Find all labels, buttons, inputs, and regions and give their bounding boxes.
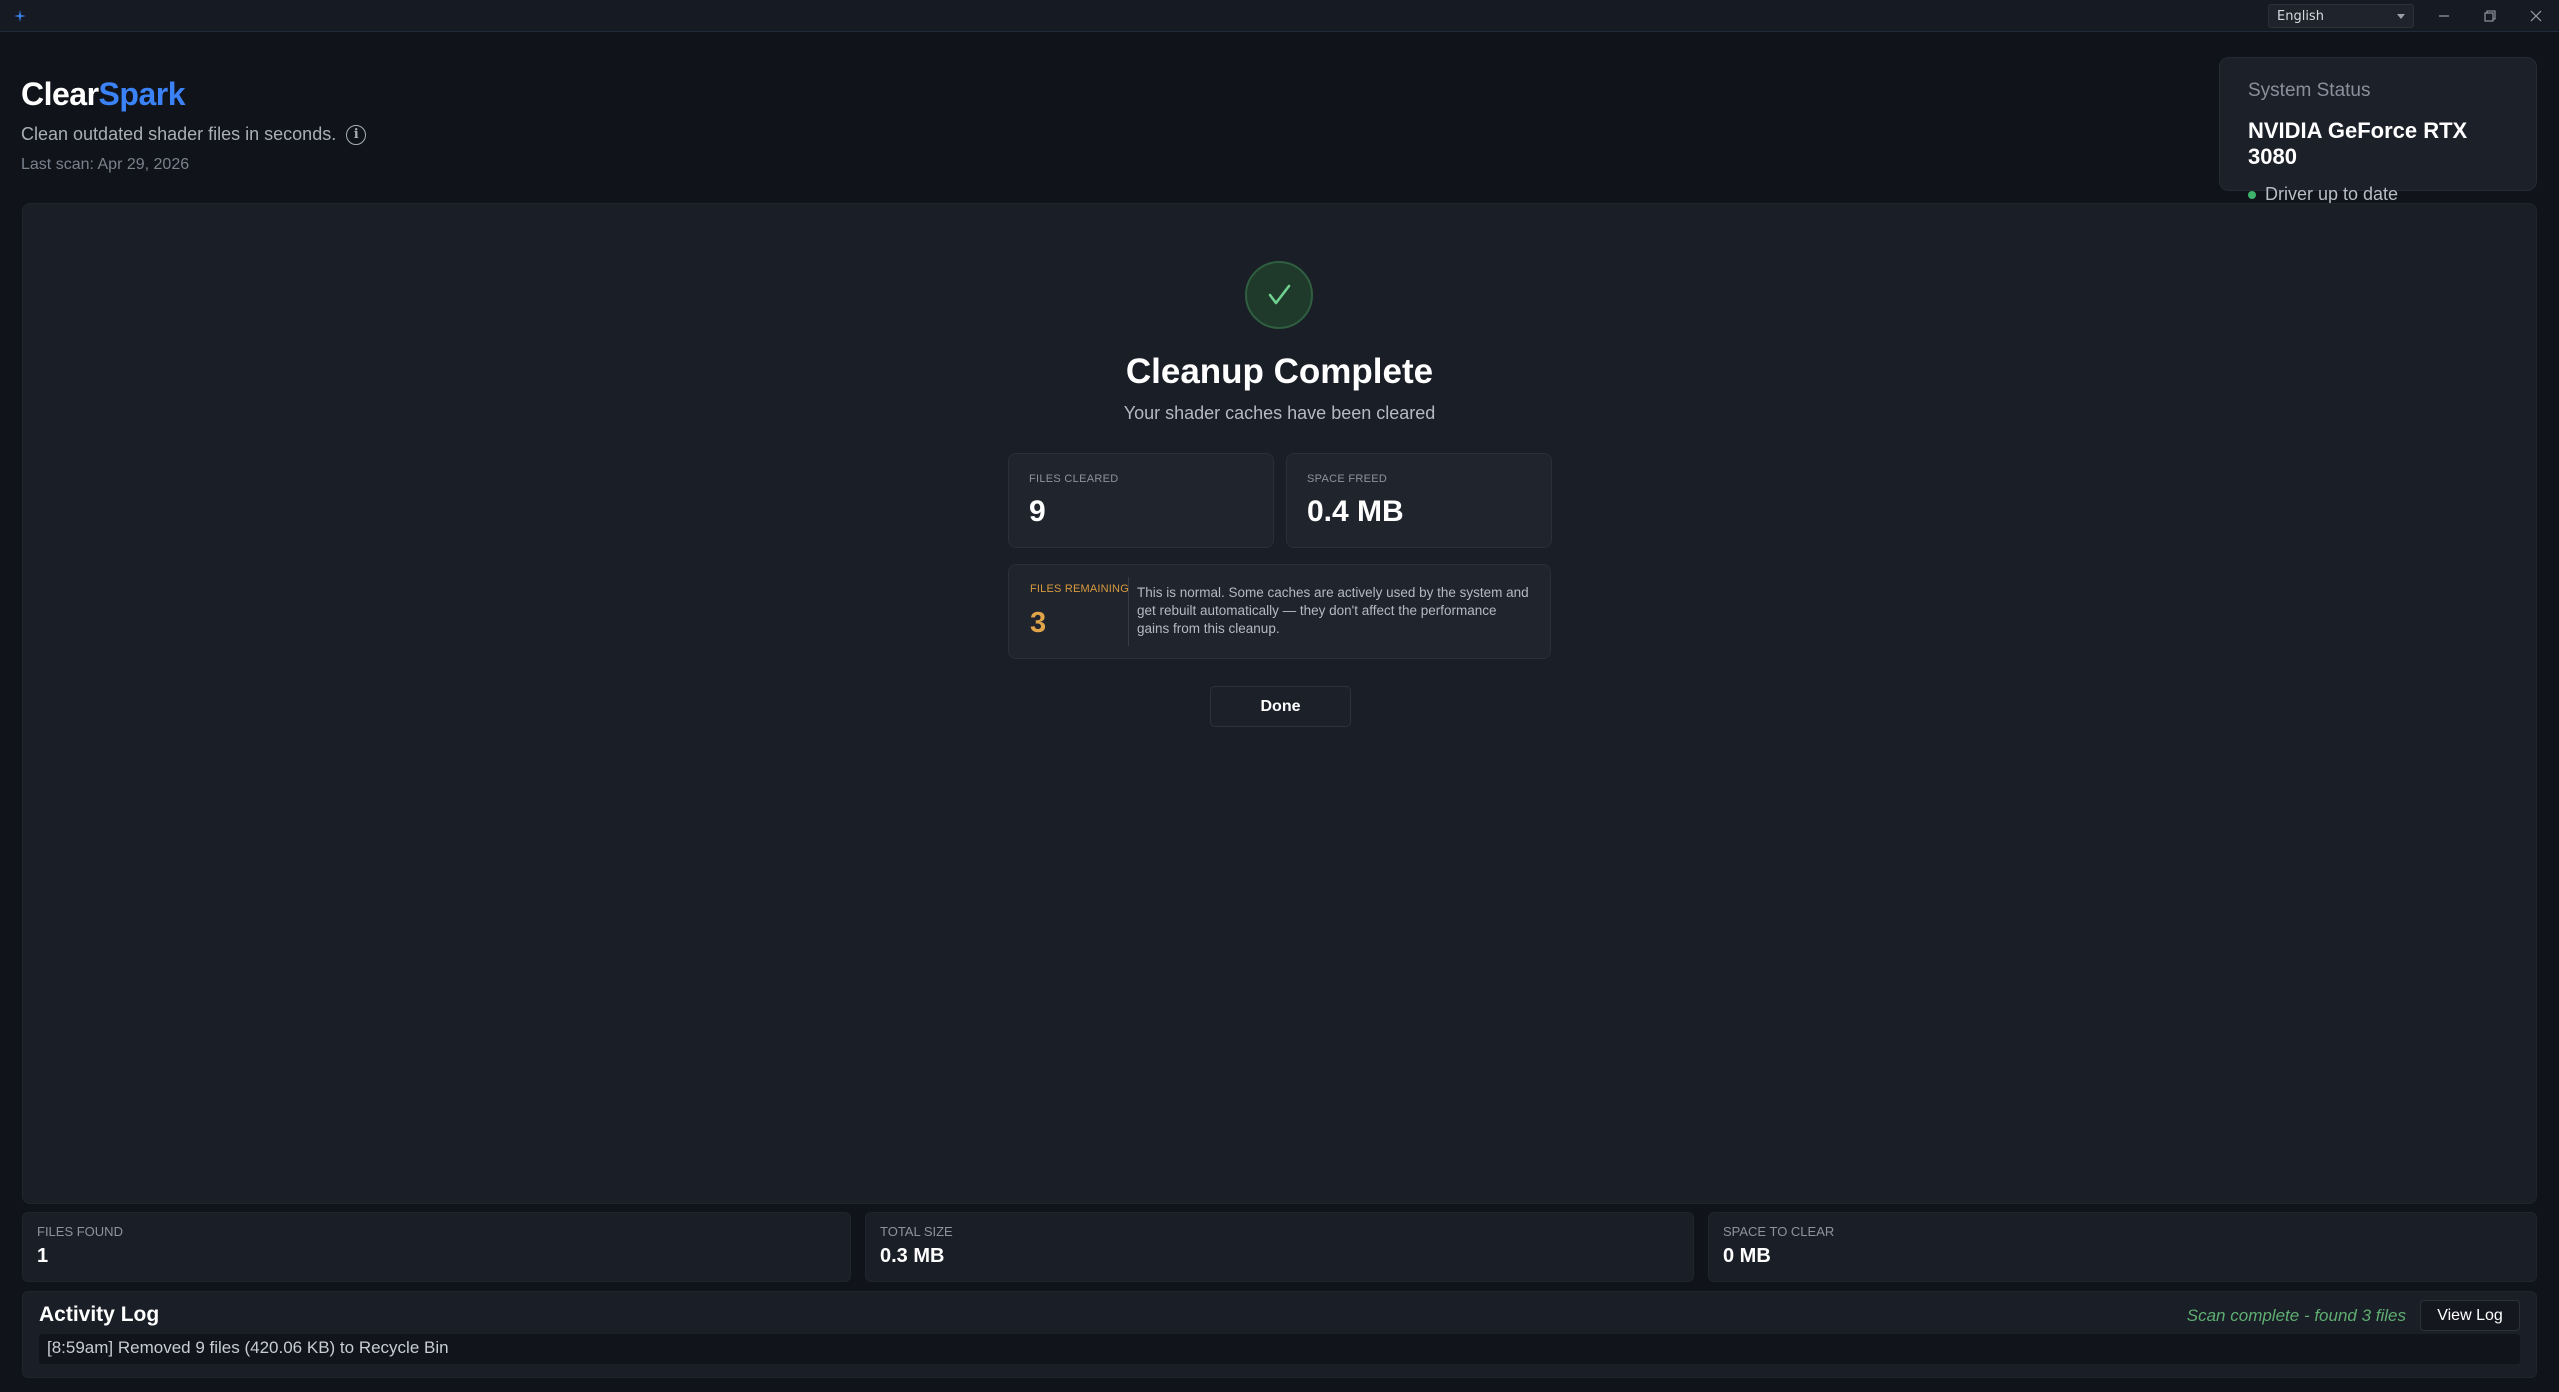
log-entry: [8:59am] Removed 9 files (420.06 KB) to … xyxy=(39,1334,2520,1364)
activity-log-panel: Activity Log Scan complete - found 3 fil… xyxy=(22,1291,2537,1378)
restore-button[interactable] xyxy=(2467,0,2513,32)
space-freed-value: 0.4 MB xyxy=(1307,495,1404,528)
minimize-icon xyxy=(2439,15,2449,17)
space-freed-label: SPACE FREED xyxy=(1307,473,1388,485)
gpu-name: NVIDIA GeForce RTX 3080 xyxy=(2248,118,2468,169)
close-icon xyxy=(2530,10,2542,22)
files-remaining-card: FILES REMAINING 3 This is normal. Some c… xyxy=(1008,564,1551,659)
space-to-clear-card: SPACE TO CLEAR 0 MB xyxy=(1708,1212,2537,1282)
tagline-text: Clean outdated shader files in seconds. xyxy=(21,124,337,144)
driver-status-text: Driver up to date xyxy=(2265,184,2399,204)
files-found-value: 1 xyxy=(37,1245,49,1267)
restore-icon xyxy=(2484,10,2496,22)
brand-part-clear: Clear xyxy=(21,76,99,112)
checkmark-icon xyxy=(1245,261,1313,329)
language-select-value: English xyxy=(2277,8,2324,24)
files-remaining-label: FILES REMAINING xyxy=(1030,583,1129,595)
title-bar: English xyxy=(0,0,2559,32)
last-scan-date: Last scan: Apr 29, 2026 xyxy=(21,156,190,173)
minimize-button[interactable] xyxy=(2421,0,2467,32)
view-log-button[interactable]: View Log xyxy=(2420,1300,2520,1331)
files-found-card: FILES FOUND 1 xyxy=(22,1212,851,1282)
cleanup-subtitle: Your shader caches have been cleared xyxy=(1123,403,1436,423)
cleanup-title: Cleanup Complete xyxy=(1125,352,1434,391)
brand-part-spark: Spark xyxy=(98,76,186,112)
total-size-card: TOTAL SIZE 0.3 MB xyxy=(865,1212,1694,1282)
activity-log-title: Activity Log xyxy=(39,1303,160,1326)
status-dot-icon xyxy=(2248,190,2256,199)
files-remaining-value: 3 xyxy=(1030,607,1047,639)
system-status-label: System Status xyxy=(2248,80,2371,101)
space-to-clear-value: 0 MB xyxy=(1723,1245,1771,1267)
tagline: Clean outdated shader files in seconds. … xyxy=(21,124,367,145)
chevron-down-icon xyxy=(2397,14,2405,19)
app-logo: ClearSpark xyxy=(21,76,185,113)
files-cleared-label: FILES CLEARED xyxy=(1029,473,1119,485)
total-size-label: TOTAL SIZE xyxy=(880,1224,953,1239)
files-cleared-card: FILES CLEARED 9 xyxy=(1008,453,1274,548)
space-to-clear-label: SPACE TO CLEAR xyxy=(1723,1224,1835,1239)
info-icon[interactable]: i xyxy=(346,124,367,145)
total-size-value: 0.3 MB xyxy=(880,1245,945,1267)
driver-status: Driver up to date xyxy=(2248,184,2508,205)
files-remaining-summary: FILES REMAINING 3 xyxy=(1009,577,1129,646)
system-status-card: System Status NVIDIA GeForce RTX 3080 Dr… xyxy=(2219,57,2537,204)
done-button[interactable]: Done xyxy=(1210,686,1351,727)
close-button[interactable] xyxy=(2513,0,2559,32)
space-freed-card: SPACE FREED 0.4 MB xyxy=(1286,453,1552,548)
app-spark-icon xyxy=(12,8,28,24)
files-found-label: FILES FOUND xyxy=(37,1224,123,1239)
files-remaining-note: This is normal. Some caches are actively… xyxy=(1137,585,1529,636)
scan-status-text: Scan complete - found 3 files xyxy=(2186,1306,2406,1325)
files-cleared-value: 9 xyxy=(1029,495,1046,528)
language-select[interactable]: English xyxy=(2268,4,2414,28)
